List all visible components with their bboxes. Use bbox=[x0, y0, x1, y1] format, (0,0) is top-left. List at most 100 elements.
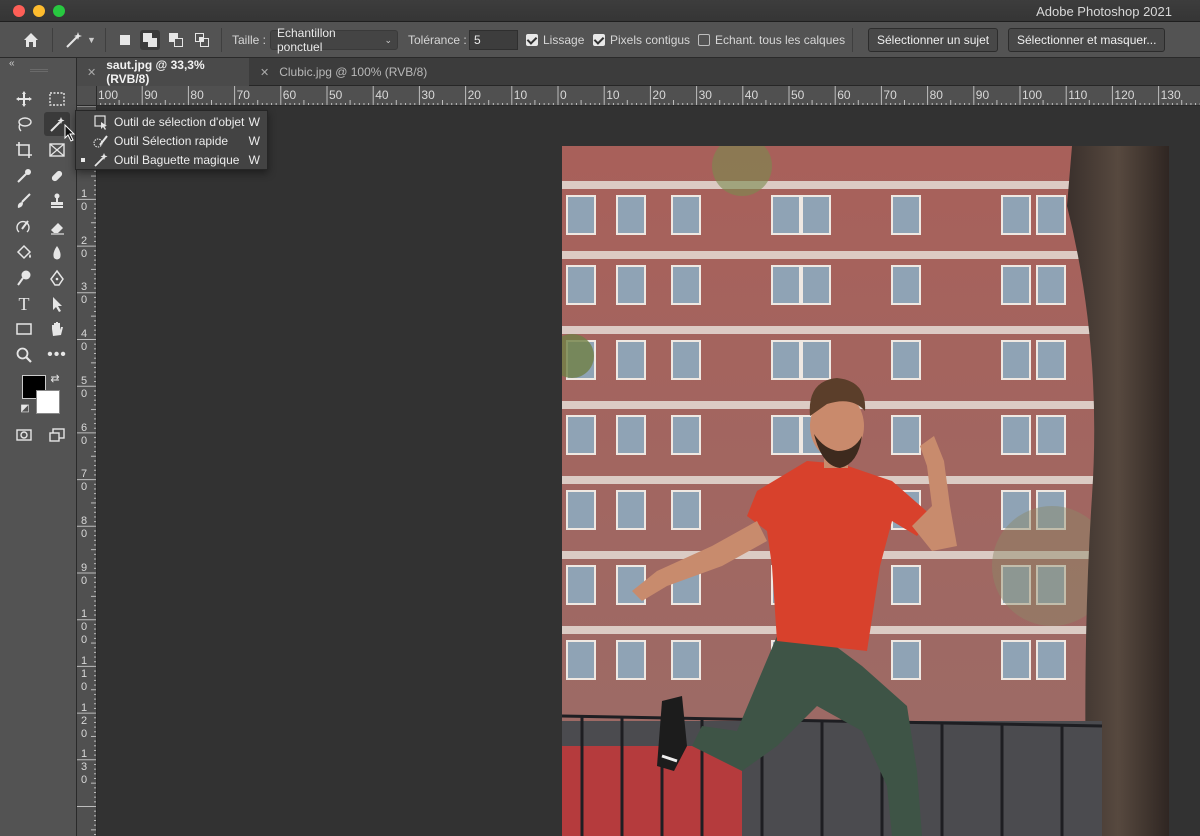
background-color-swatch[interactable] bbox=[36, 390, 60, 414]
crop-icon[interactable] bbox=[11, 138, 37, 162]
contiguous-checkbox[interactable]: Pixels contigus bbox=[593, 22, 690, 58]
zoom-tool-icon[interactable] bbox=[11, 343, 37, 367]
swap-colors-icon[interactable]: ⇄ bbox=[48, 371, 62, 385]
building-window bbox=[566, 490, 596, 530]
checkbox-checked-icon bbox=[593, 34, 605, 46]
building-window bbox=[616, 340, 646, 380]
pen-icon[interactable] bbox=[44, 266, 70, 290]
tool-preset-picker[interactable]: ▼ bbox=[64, 22, 96, 58]
checkbox-unchecked-icon bbox=[698, 34, 710, 46]
move-tool-icon[interactable] bbox=[11, 87, 37, 111]
building-window bbox=[671, 265, 701, 305]
close-tab-icon[interactable]: ✕ bbox=[260, 66, 269, 79]
type-tool-icon[interactable]: T bbox=[11, 292, 37, 316]
options-bar: ▼ Taille : Echantillon ponctuel ⌄ Toléra… bbox=[0, 22, 1200, 58]
lasso-icon[interactable] bbox=[11, 112, 37, 136]
collapse-panel-icon[interactable]: « bbox=[9, 58, 15, 69]
dodge-tool-icon[interactable] bbox=[11, 266, 37, 290]
building-window bbox=[616, 490, 646, 530]
panel-grip[interactable] bbox=[30, 69, 48, 72]
contiguous-label: Pixels contigus bbox=[610, 33, 691, 47]
tolerance-input[interactable]: 5 bbox=[469, 30, 518, 50]
healing-brush-icon[interactable] bbox=[44, 164, 70, 188]
ruler-label: 50 bbox=[80, 374, 88, 400]
rectangle-tool-icon[interactable] bbox=[11, 317, 37, 341]
tolerance-value: 5 bbox=[474, 33, 481, 47]
minimize-window-button[interactable] bbox=[33, 5, 45, 17]
building-window bbox=[616, 265, 646, 305]
document-image[interactable] bbox=[562, 146, 1169, 836]
paint-bucket-icon[interactable] bbox=[11, 241, 37, 265]
sample-size-select[interactable]: Echantillon ponctuel ⌄ bbox=[270, 26, 398, 54]
building-window bbox=[566, 265, 596, 305]
building-window bbox=[891, 640, 921, 680]
building-window bbox=[801, 340, 831, 380]
object-selection-tool-item[interactable]: Outil de sélection d'objet W bbox=[76, 112, 267, 131]
building-window bbox=[891, 415, 921, 455]
select-and-mask-button[interactable]: Sélectionner et masquer... bbox=[1008, 28, 1166, 52]
building-window bbox=[566, 565, 596, 605]
blur-tool-icon[interactable] bbox=[44, 241, 70, 265]
tab-clubic[interactable]: ✕ Clubic.jpg @ 100% (RVB/8) bbox=[250, 58, 440, 86]
quick-mask-icon[interactable] bbox=[11, 423, 37, 447]
building-window bbox=[1001, 640, 1031, 680]
horizontal-ruler[interactable]: 100 90 80 70 60 50 40 30 20 10 0 10 20 30 40 50 60 70 80 90… bbox=[97, 86, 1200, 106]
new-selection-button[interactable] bbox=[115, 30, 135, 50]
close-window-button[interactable] bbox=[13, 5, 25, 17]
history-brush-icon[interactable] bbox=[11, 215, 37, 239]
close-tab-icon[interactable]: ✕ bbox=[87, 66, 96, 79]
vertical-ruler[interactable]: 10 20 30 40 50 60 70 80 90 100 110 120 130 bbox=[77, 106, 97, 836]
chevron-down-icon: ⌄ bbox=[384, 35, 392, 45]
ruler-label: 90 bbox=[975, 88, 990, 102]
quick-selection-icon bbox=[93, 134, 108, 148]
subtract-from-selection-button[interactable] bbox=[166, 30, 186, 50]
ruler-label: 40 bbox=[375, 88, 389, 102]
zoom-window-button[interactable] bbox=[53, 5, 65, 17]
select-subject-button[interactable]: Sélectionner un sujet bbox=[868, 28, 999, 52]
magic-wand-tool-item[interactable]: Outil Baguette magique W bbox=[76, 150, 267, 169]
sample-all-layers-checkbox[interactable]: Echant. tous les calques bbox=[698, 22, 845, 58]
clone-stamp-icon[interactable] bbox=[44, 189, 70, 213]
home-button[interactable] bbox=[22, 22, 40, 58]
ruler-label: 40 bbox=[80, 328, 88, 354]
ruler-label: 60 bbox=[282, 88, 297, 102]
ruler-label: 20 bbox=[467, 88, 481, 102]
ruler-label: 80 bbox=[190, 88, 204, 102]
rectangular-marquee-icon[interactable] bbox=[44, 87, 70, 111]
eraser-icon[interactable] bbox=[44, 215, 70, 239]
ruler-label: 90 bbox=[144, 88, 158, 102]
add-to-selection-button[interactable] bbox=[140, 30, 160, 50]
building-window bbox=[616, 415, 646, 455]
intersect-selection-button[interactable] bbox=[192, 30, 212, 50]
building-window bbox=[1036, 340, 1066, 380]
building-window bbox=[771, 340, 801, 380]
path-selection-icon[interactable] bbox=[44, 292, 70, 316]
ruler-label: 10 bbox=[606, 88, 620, 102]
eyedropper-icon[interactable] bbox=[11, 164, 37, 188]
antialias-label: Lissage bbox=[543, 33, 585, 47]
building-window bbox=[566, 195, 596, 235]
ruler-corner bbox=[77, 86, 97, 106]
flyout-item-shortcut: W bbox=[248, 133, 260, 148]
more-tools-icon[interactable]: ••• bbox=[44, 343, 70, 367]
building-window bbox=[566, 415, 596, 455]
ruler-label: 60 bbox=[837, 88, 851, 102]
object-selection-icon bbox=[94, 114, 107, 130]
ruler-label: 80 bbox=[929, 88, 943, 102]
flyout-item-label: Outil Sélection rapide bbox=[114, 133, 229, 148]
antialias-checkbox[interactable]: Lissage bbox=[526, 22, 584, 58]
brush-icon[interactable] bbox=[11, 189, 37, 213]
flyout-item-shortcut: W bbox=[248, 114, 260, 129]
selected-indicator-icon bbox=[81, 157, 85, 162]
canvas-area[interactable] bbox=[97, 106, 1200, 836]
title-bar: Adobe Photoshop 2021 bbox=[0, 0, 1200, 22]
hand-tool-icon[interactable] bbox=[44, 317, 70, 341]
building-window bbox=[771, 265, 801, 305]
building-window bbox=[566, 640, 596, 680]
photo-jumping-man bbox=[562, 146, 1169, 836]
default-colors-icon[interactable]: ◩ bbox=[18, 401, 32, 415]
building-window bbox=[1036, 415, 1066, 455]
screen-mode-icon[interactable] bbox=[44, 423, 70, 447]
quick-selection-tool-item[interactable]: Outil Sélection rapide W bbox=[76, 131, 267, 150]
tab-saut[interactable]: ✕ saut.jpg @ 33,3% (RVB/8) bbox=[77, 58, 249, 86]
